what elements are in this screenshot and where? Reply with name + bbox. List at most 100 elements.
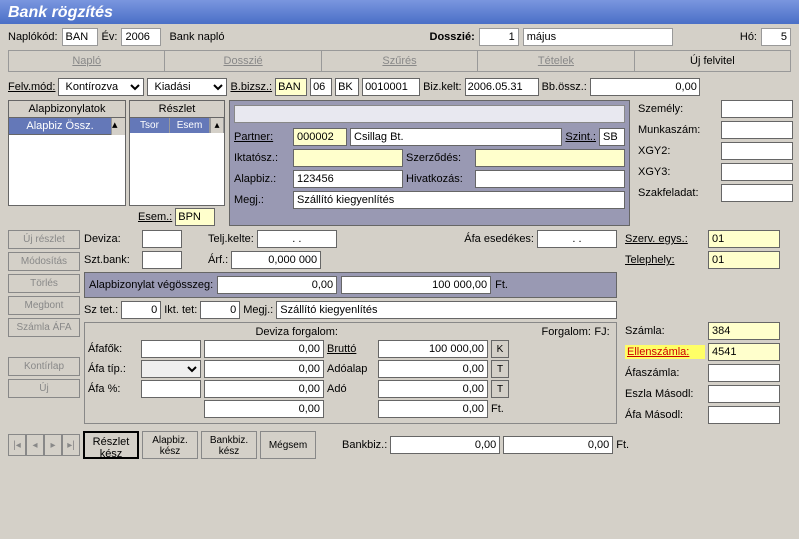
bankbiz-1[interactable]	[390, 436, 500, 454]
bbizsz-3[interactable]	[335, 78, 359, 96]
forg-brutto[interactable]	[378, 340, 488, 358]
vegosszeg-2[interactable]	[341, 276, 491, 294]
szamlaafa-button[interactable]: Számla ÁFA	[8, 318, 80, 337]
fj-t1-button[interactable]: T	[491, 360, 509, 378]
esem-input[interactable]	[175, 208, 215, 226]
dev-sum[interactable]	[204, 400, 324, 418]
tab-naplo[interactable]: Napló	[9, 51, 165, 71]
esem-label: Esem.:	[138, 211, 172, 223]
partner-code[interactable]	[293, 128, 347, 146]
naplokod-label: Naplókód:	[8, 31, 58, 43]
munkaszam-label: Munkaszám:	[638, 124, 718, 136]
dev-adoalap[interactable]	[204, 360, 324, 378]
bankbiz-label: Bankbiz.:	[342, 439, 387, 451]
afaesedekes-input[interactable]	[537, 230, 617, 248]
dev-brutto[interactable]	[204, 340, 324, 358]
fj-t2-button[interactable]: T	[491, 380, 509, 398]
modositas-button[interactable]: Módosítás	[8, 252, 80, 271]
bbizsz-1[interactable]	[275, 78, 307, 96]
nav-prev-button[interactable]: ◂	[26, 434, 44, 456]
record-row: Felv.mód: Kontírozva Kiadási B.bizsz.: B…	[8, 78, 791, 96]
iktatosz-input[interactable]	[293, 149, 403, 167]
forconst-sum[interactable]	[378, 400, 488, 418]
forg-adoalap[interactable]	[378, 360, 488, 378]
bizkelt-input[interactable]	[465, 78, 539, 96]
ikttet-input[interactable]	[200, 301, 240, 319]
telephely-input[interactable]	[708, 251, 780, 269]
arf-input[interactable]	[231, 251, 321, 269]
alapbiz-input[interactable]	[293, 170, 403, 188]
megbont-button[interactable]: Megbont	[8, 296, 80, 315]
alapbiz-label: Alapbiz.:	[234, 173, 290, 185]
megsem-button[interactable]: Mégsem	[260, 431, 316, 459]
szint-input[interactable]	[599, 128, 625, 146]
reszlet-grid[interactable]: Részlet Tsor Esem ▴	[129, 100, 225, 206]
xgy2-input[interactable]	[721, 142, 793, 160]
scroll-icon[interactable]: ▴	[210, 118, 224, 133]
reszletkesz-button[interactable]: Részlet kész	[83, 431, 139, 459]
nav-last-button[interactable]: ▸|	[62, 434, 80, 456]
forg-ado[interactable]	[378, 380, 488, 398]
afafok-input[interactable]	[141, 340, 201, 358]
brutto-label: Bruttó	[327, 343, 375, 355]
szemely-input[interactable]	[721, 100, 793, 118]
hivatkozas-input[interactable]	[475, 170, 625, 188]
ujreszlet-button[interactable]: Új részlet	[8, 230, 80, 249]
dosszie-input[interactable]	[479, 28, 519, 46]
szerzodes-input[interactable]	[475, 149, 625, 167]
vegosszeg-1[interactable]	[217, 276, 337, 294]
deviza-input[interactable]	[142, 230, 182, 248]
szakfeladat-label: Szakfeladat:	[638, 187, 718, 199]
bizkelt-label: Biz.kelt:	[423, 81, 462, 93]
teljkelte-input[interactable]	[257, 230, 337, 248]
kontirlap-button[interactable]: Kontírlap	[8, 357, 80, 376]
munkaszam-input[interactable]	[721, 121, 793, 139]
ho-input[interactable]	[761, 28, 791, 46]
tab-szures[interactable]: Szűrés	[322, 51, 478, 71]
afatip-label: Áfa típ.:	[88, 363, 138, 375]
szamla-input[interactable]	[708, 322, 780, 340]
bbizsz-4[interactable]	[362, 78, 420, 96]
sztet-input[interactable]	[121, 301, 161, 319]
mid-empty-field[interactable]	[234, 105, 625, 123]
bankbizkesz-button[interactable]: Bankbiz. kész	[201, 431, 257, 459]
torles-button[interactable]: Törlés	[8, 274, 80, 293]
bankbiz-2[interactable]	[503, 436, 613, 454]
naplokod-input[interactable]	[62, 28, 98, 46]
afatip-select[interactable]	[141, 360, 201, 378]
xgy3-input[interactable]	[721, 163, 793, 181]
szervegys-input[interactable]	[708, 230, 780, 248]
tab-dosszie[interactable]: Dosszié	[165, 51, 321, 71]
megj2-input[interactable]	[276, 301, 617, 319]
esem-col: Esem	[170, 118, 210, 133]
sztbank-input[interactable]	[142, 251, 182, 269]
teljkelte-label: Telj.kelte:	[208, 233, 254, 245]
nav-next-button[interactable]: ▸	[44, 434, 62, 456]
tab-tetelek[interactable]: Tételek	[478, 51, 634, 71]
afaszamla-label: Áfaszámla:	[625, 367, 705, 379]
eszla-input[interactable]	[708, 385, 780, 403]
nav-first-button[interactable]: |◂	[8, 434, 26, 456]
ellenszamla-input[interactable]	[708, 343, 780, 361]
ev-input[interactable]	[121, 28, 161, 46]
alapbizkesz-button[interactable]: Alapbiz. kész	[142, 431, 198, 459]
fj-k-button[interactable]: K	[491, 340, 509, 358]
dev-ado[interactable]	[204, 380, 324, 398]
afamasodl-input[interactable]	[708, 406, 780, 424]
kiadasi-select[interactable]: Kiadási	[147, 78, 227, 96]
felvmod-select[interactable]: Kontírozva	[58, 78, 144, 96]
hivatkozas-label: Hivatkozás:	[406, 173, 472, 185]
afapct-input[interactable]	[141, 380, 201, 398]
honap-input[interactable]	[523, 28, 673, 46]
afaszamla-input[interactable]	[708, 364, 780, 382]
uj-button[interactable]: Új	[8, 379, 80, 398]
alapbiz-grid[interactable]: Alapbizonylatok Alapbiz Össz.▴	[8, 100, 126, 206]
tabs: Napló Dosszié Szűrés Tételek Új felvitel	[8, 50, 791, 72]
szakfeladat-input[interactable]	[721, 184, 793, 202]
tab-ujfelvitel[interactable]: Új felvitel	[635, 51, 790, 71]
scroll-icon[interactable]: ▴	[111, 118, 125, 135]
partner-name[interactable]	[350, 128, 562, 146]
bbossz-input[interactable]	[590, 78, 700, 96]
bbizsz-2[interactable]	[310, 78, 332, 96]
megj-input[interactable]	[293, 191, 625, 209]
